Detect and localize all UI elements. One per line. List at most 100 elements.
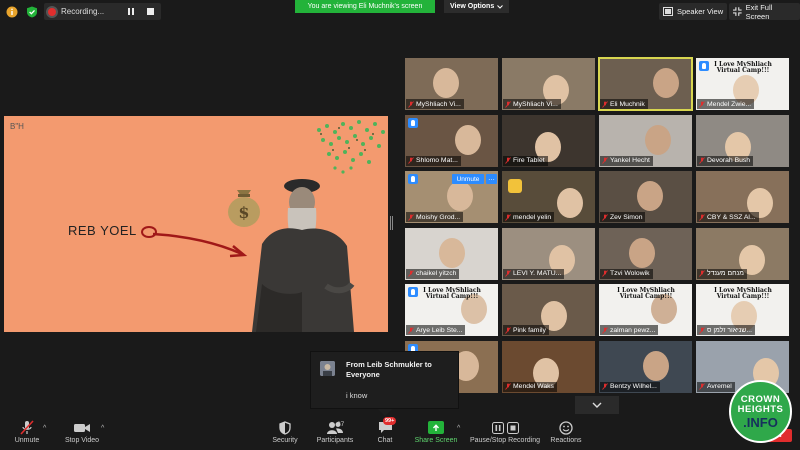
participant-tile[interactable]: I Love MyShliach Virtual Camp!!! zalman p…: [598, 283, 693, 337]
participant-name-label: Avremel: [707, 383, 732, 390]
share-options-caret-icon[interactable]: ^: [457, 425, 460, 432]
security-shield-icon: [279, 419, 291, 436]
mic-muted-icon: [699, 157, 705, 164]
mic-muted-icon: [602, 326, 608, 334]
recording-dot-icon: [48, 7, 56, 16]
participant-tile[interactable]: Zev Simon: [598, 170, 693, 224]
camp-sign: I Love MyShliach Virtual Camp!!!: [714, 61, 772, 75]
mic-muted-icon: [699, 383, 705, 390]
participant-tile[interactable]: Eli Muchnik: [598, 57, 693, 111]
participant-tile[interactable]: LEVI Y. MATU...: [501, 226, 596, 281]
logo-text-line-1: CROWN: [740, 393, 781, 405]
mic-muted-icon: [602, 213, 608, 221]
participant-video: [637, 181, 663, 211]
exit-full-screen-button[interactable]: Exit Full Screen: [729, 3, 800, 21]
participant-tile[interactable]: Bentzy Wilhel...: [598, 339, 693, 394]
participant-tile[interactable]: mendel yelin: [501, 170, 596, 224]
camp-sign: I Love MyShliach Virtual Camp!!!: [617, 287, 675, 301]
participant-name: MyShliach Vi...: [406, 99, 464, 109]
participant-tile[interactable]: מנחם מענדל: [695, 226, 790, 281]
chat-button[interactable]: 99+ Chat: [372, 417, 398, 449]
participants-button[interactable]: 87 Participants: [316, 419, 354, 449]
audio-options-caret-icon[interactable]: ^: [43, 425, 46, 432]
participant-tile[interactable]: Pink family: [501, 283, 596, 337]
participant-tile[interactable]: chaikel yitzch: [404, 226, 499, 281]
meeting-info-icon[interactable]: [4, 4, 20, 20]
speaker-view-label: Speaker View: [677, 7, 724, 16]
mic-muted-icon: [699, 270, 705, 277]
raised-hand-icon: [408, 287, 418, 297]
participant-name-label: Bentzy Wilhel...: [610, 383, 657, 390]
reactions-button[interactable]: Reactions: [550, 419, 582, 449]
mic-muted-icon: [602, 270, 608, 277]
participant-video: [433, 68, 459, 98]
speaker-view-button[interactable]: Speaker View: [659, 3, 728, 20]
participant-tile[interactable]: Mendel Waks: [501, 339, 596, 394]
logo-text-line-3: .INFO: [743, 414, 778, 430]
mic-muted-icon: [505, 213, 511, 221]
unmute-button[interactable]: Unmute: [11, 419, 43, 449]
participant-tile[interactable]: CBY & SSZ Al...: [695, 170, 790, 224]
participant-name: Fire Tablet: [503, 155, 548, 166]
mic-muted-icon: [602, 157, 608, 164]
participant-name-label: Mendel Waks: [513, 383, 554, 390]
participant-name: zalman pewz...: [600, 325, 659, 335]
encryption-shield-icon[interactable]: [24, 4, 40, 20]
raised-hand-icon: [699, 61, 709, 71]
participant-name: Tzvi Wolowik: [600, 268, 653, 279]
participant-name: Avremel: [697, 381, 735, 392]
speaker-view-icon: [663, 7, 673, 16]
participant-name: LEVI Y. MATU...: [503, 268, 565, 279]
panel-resize-handle[interactable]: [389, 216, 393, 230]
participant-tile[interactable]: Yankel Hecht: [598, 113, 693, 168]
stop-video-button[interactable]: Stop Video: [62, 419, 102, 449]
participant-tile[interactable]: Tzvi Wolowik: [598, 226, 693, 281]
participant-tile[interactable]: Unmute… Moishy Grod...: [404, 170, 499, 224]
share-screen-button[interactable]: Share Screen: [414, 419, 458, 449]
participant-name-label: MyShliach Vi...: [416, 100, 461, 108]
mic-muted-icon: [505, 270, 511, 277]
participant-name-label: Moishy Grod...: [416, 213, 461, 221]
participant-name-label: Eli Muchnik: [610, 100, 645, 108]
participant-tile[interactable]: I Love MyShliach Virtual Camp!!! Mendel Z…: [695, 57, 790, 111]
participant-tile[interactable]: MyShliach Vi...: [404, 57, 499, 111]
participant-tile[interactable]: I Love MyShliach Virtual Camp!!! Arye Lei…: [404, 283, 499, 337]
participant-name-label: Tzvi Wolowik: [610, 270, 650, 277]
participant-gallery: MyShliach Vi... MyShliach Vi... Eli Muchni…: [404, 57, 792, 394]
chat-notification[interactable]: From Leib Schmukler to Everyone i know: [310, 351, 459, 409]
mic-muted-icon: [505, 326, 511, 334]
participant-video: [455, 124, 481, 155]
stop-recording-button[interactable]: [143, 5, 157, 19]
chat-sender-avatar: [320, 361, 335, 376]
security-button[interactable]: Security: [270, 419, 300, 449]
mic-muted-icon: [408, 326, 414, 334]
tile-unmute-button[interactable]: Unmute: [452, 174, 484, 184]
mic-muted-icon: [408, 157, 414, 164]
gallery-next-page-button[interactable]: [575, 396, 619, 414]
pause-stop-recording-button[interactable]: Pause/Stop Recording: [468, 419, 542, 449]
participant-tile[interactable]: Fire Tablet: [501, 113, 596, 168]
view-options-button[interactable]: View Options: [444, 0, 510, 13]
chat-sender: From Leib Schmukler to Everyone: [346, 360, 432, 379]
pause-recording-button[interactable]: [124, 5, 138, 19]
participant-name-label: LEVI Y. MATU...: [513, 270, 562, 277]
tile-more-button[interactable]: …: [486, 174, 497, 184]
mic-muted-icon: [505, 383, 511, 390]
unread-badge: 99+: [383, 417, 397, 425]
viewing-screen-banner: You are viewing Eli Muchnik's screen: [295, 0, 435, 13]
participant-name-label: מנחם מענדל: [707, 270, 744, 277]
participant-name-label: Devorah Bush: [707, 157, 751, 164]
participant-name-label: Mendel Zwie...: [707, 100, 752, 108]
slide-name-label: REB YOEL: [68, 223, 137, 238]
participant-tile[interactable]: Shlomo Mat...: [404, 113, 499, 168]
mic-muted-icon: [602, 100, 608, 108]
video-options-caret-icon[interactable]: ^: [101, 425, 104, 432]
participant-name: Mendel Zwie...: [697, 99, 755, 109]
participant-tile[interactable]: I Love MyShliach Virtual Camp!!! שניאור ז…: [695, 283, 790, 337]
view-options-label: View Options: [450, 3, 495, 10]
participant-tile[interactable]: MyShliach Vi...: [501, 57, 596, 111]
participant-tile[interactable]: Devorah Bush: [695, 113, 790, 168]
participant-video: [643, 350, 669, 381]
recording-label: Recording...: [61, 7, 105, 16]
participant-name: Zev Simon: [600, 212, 646, 222]
